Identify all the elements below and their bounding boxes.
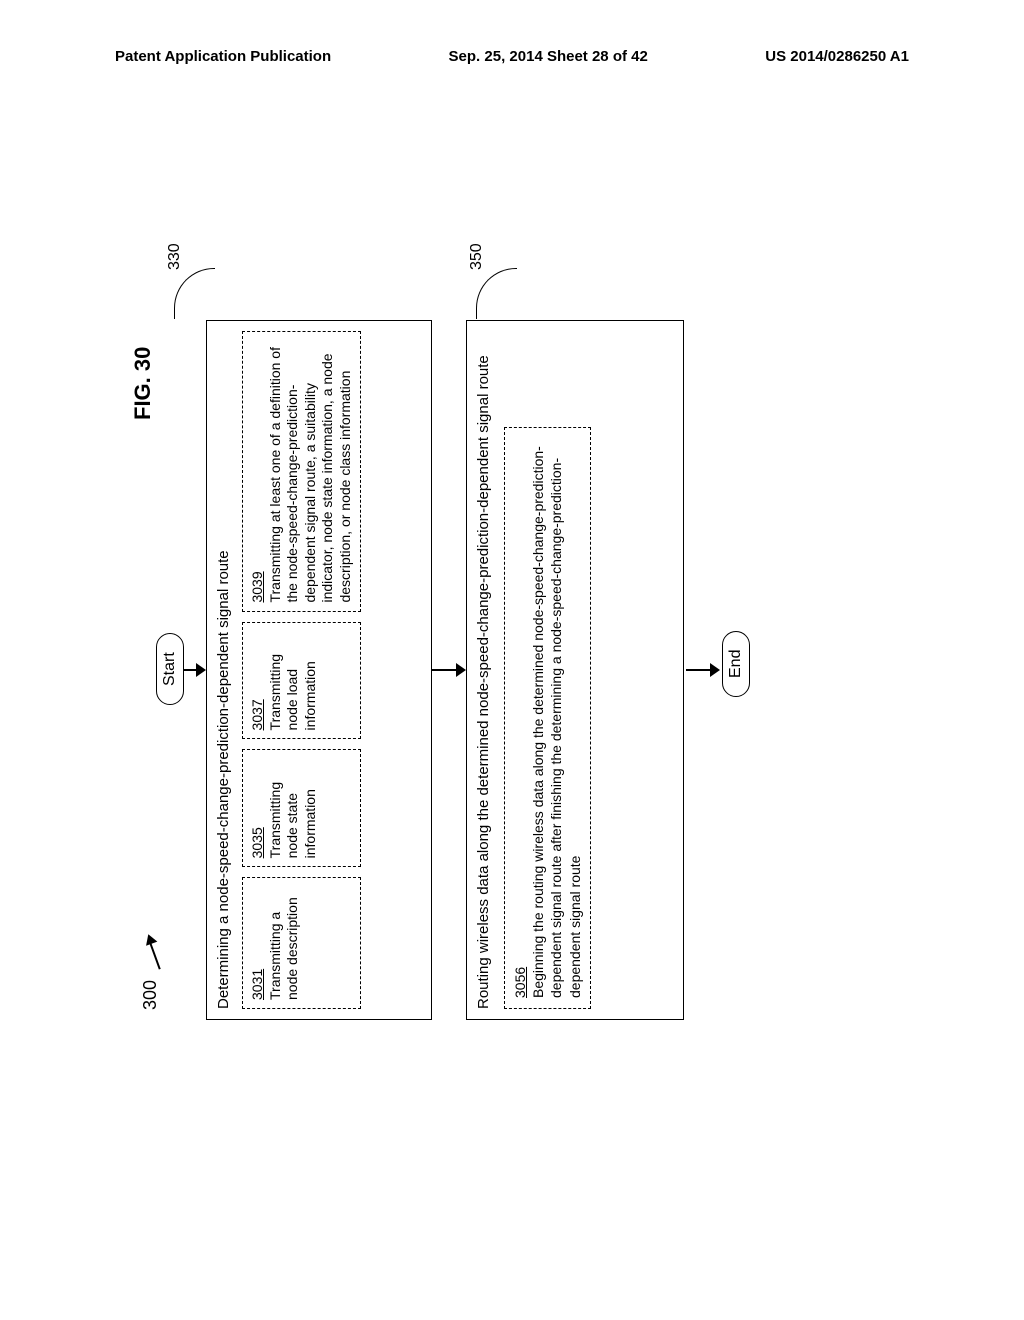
substep-3031: 3031 Transmitting a node description (242, 877, 361, 1009)
substep-3039-num: 3039 (249, 571, 265, 602)
substep-3039: 3039 Transmitting at least one of a defi… (242, 331, 361, 612)
start-terminal: Start (156, 633, 184, 705)
substep-3056-text: Beginning the routing wireless data alon… (530, 446, 582, 998)
step-350-title: Routing wireless data along the determin… (475, 331, 492, 1009)
substep-3035-num: 3035 (249, 827, 265, 858)
substep-3031-text: Transmitting a node description (267, 897, 301, 1000)
callout-curve (476, 268, 517, 319)
step-350-substeps: 3056 Beginning the routing wireless data… (504, 331, 591, 1009)
ref-350: 350 (468, 243, 486, 270)
step-330-block: Determining a node-speed-change-predicti… (206, 320, 432, 1020)
step-350-block: Routing wireless data along the determin… (466, 320, 684, 1020)
substep-3037-text: Transmitting node load information (267, 654, 318, 731)
substep-3035: 3035 Transmitting node state information (242, 749, 361, 867)
end-terminal: End (722, 631, 750, 697)
substep-3056-num: 3056 (512, 967, 528, 998)
header-left: Patent Application Publication (115, 48, 331, 65)
substep-3056: 3056 Beginning the routing wireless data… (504, 427, 591, 1009)
arrow-icon (146, 930, 166, 970)
figure-label: FIG. 30 (130, 347, 156, 420)
header-mid: Sep. 25, 2014 Sheet 28 of 42 (449, 48, 648, 65)
substep-3035-text: Transmitting node state information (267, 782, 318, 859)
ref-300: 300 (140, 980, 161, 1010)
substep-3031-num: 3031 (249, 969, 265, 1000)
substep-3037: 3037 Transmitting node load information (242, 622, 361, 740)
ref-330: 330 (166, 243, 184, 270)
arrowhead-icon (196, 663, 206, 677)
arrowhead-icon (710, 663, 720, 677)
page: Patent Application Publication Sep. 25, … (0, 0, 1024, 1320)
step-330-substeps: 3031 Transmitting a node description 303… (242, 331, 361, 1009)
substep-3039-text: Transmitting at least one of a definitio… (267, 347, 353, 603)
page-header: Patent Application Publication Sep. 25, … (0, 48, 1024, 65)
flowchart: FIG. 30 300 Start 330 Determining a node… (170, 140, 770, 1000)
arrowhead-icon (456, 663, 466, 677)
step-330-title: Determining a node-speed-change-predicti… (215, 331, 232, 1009)
header-right: US 2014/0286250 A1 (765, 48, 909, 65)
substep-3037-num: 3037 (249, 699, 265, 730)
callout-curve (174, 268, 215, 319)
diagram-rotated: FIG. 30 300 Start 330 Determining a node… (115, 270, 825, 870)
